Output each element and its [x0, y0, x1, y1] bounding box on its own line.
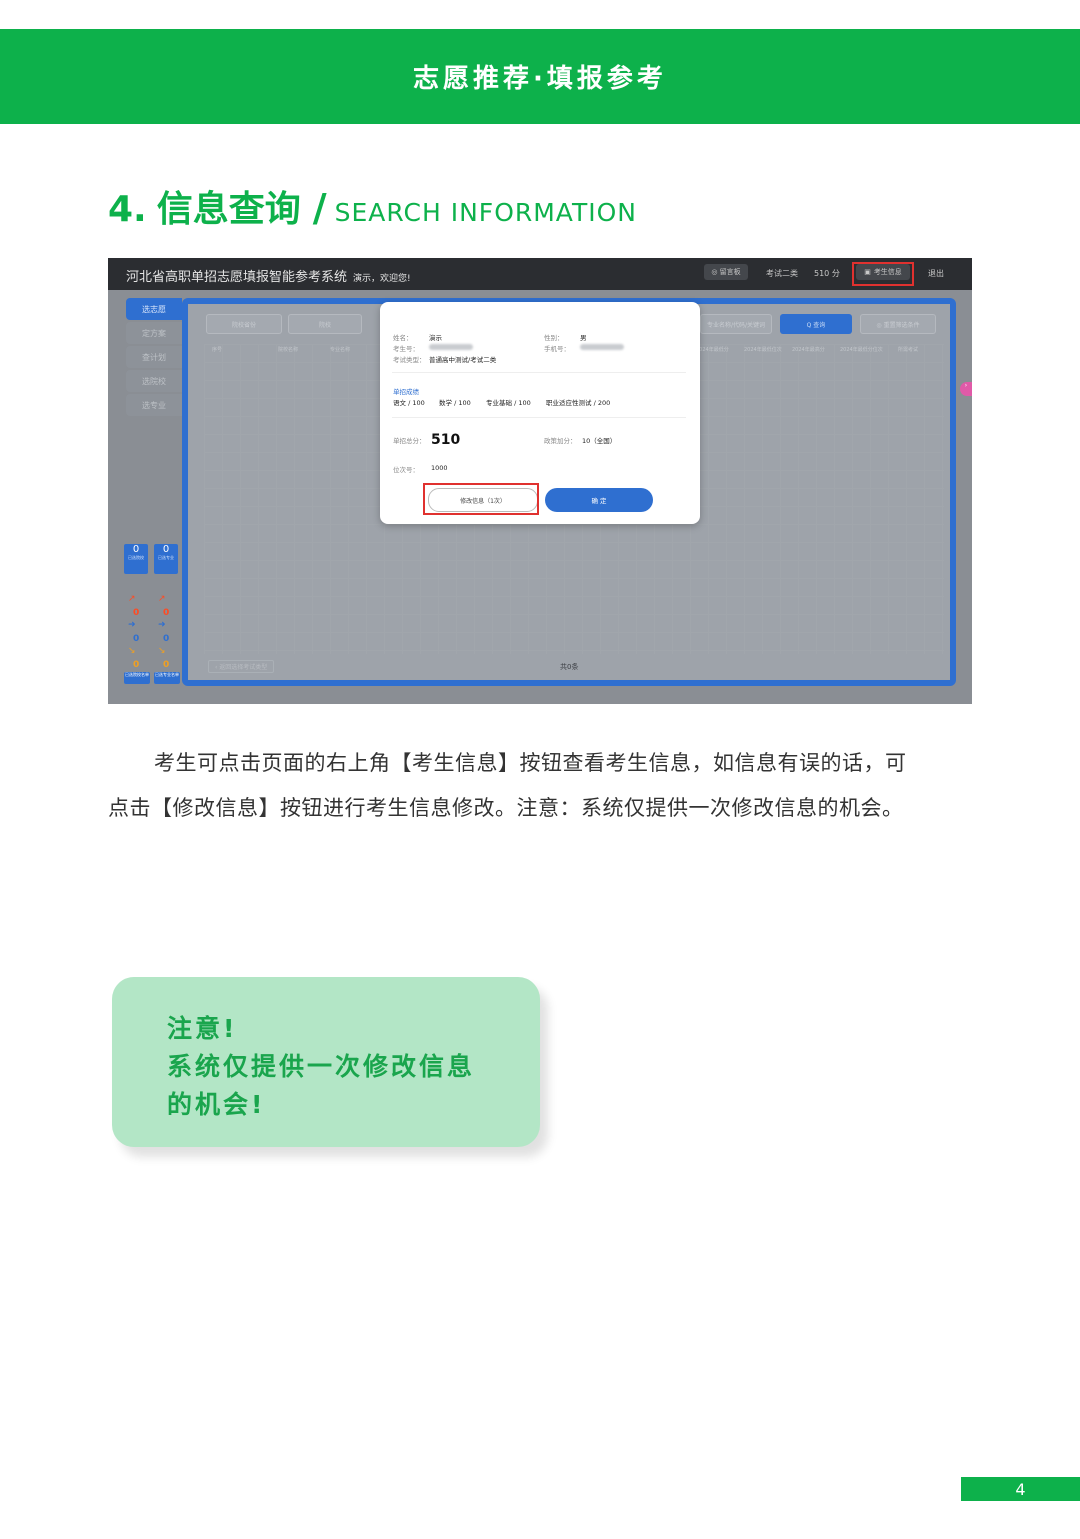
col-major: 专业名称	[330, 347, 351, 353]
reset-button[interactable]: ◎ 重置筛选条件	[860, 314, 936, 334]
safe-count: 0	[163, 660, 170, 670]
gender-value: 男	[580, 334, 587, 342]
section-title-cn: 信息查询	[156, 189, 301, 230]
scores-title: 单招成绩	[393, 388, 419, 396]
exam-no-blurred	[429, 344, 473, 350]
result-count: 共0条	[560, 663, 579, 671]
system-app-title: 河北省高职单招志愿填报智能参考系统 演示，欢迎您!	[126, 266, 411, 285]
exam-type-label: 考试类型：	[393, 356, 426, 364]
gender-label: 性别：	[544, 334, 564, 342]
sidebar-tab-school[interactable]: 选院校	[126, 370, 182, 392]
highlight-modify-button	[423, 483, 539, 515]
search-button[interactable]: Q 查询	[780, 314, 852, 334]
sidebar-tab-plan[interactable]: 定方案	[126, 322, 182, 344]
student-info-modal: 姓名： 演示 性别： 男 考生号： 手机号： 考试类型： 普通高中测试/考试二类…	[380, 302, 700, 524]
exam-type-value: 普通高中测试/考试二类	[429, 356, 497, 364]
notice-line-1: 注意!	[167, 1014, 238, 1043]
col-max-score: 2024年最高分	[792, 347, 825, 353]
system-sidebar: 选志愿 定方案 查计划 选院校 选专业	[126, 298, 182, 418]
steady-count: 0	[133, 634, 140, 644]
steady-arrow-icon: ➜	[158, 620, 166, 630]
score-aptitude: 职业适应性测试 / 200	[546, 399, 611, 407]
filter-major[interactable]: 专业名称/代码/关键词	[700, 314, 772, 334]
rush-count: 0	[163, 608, 170, 618]
safe-count: 0	[133, 660, 140, 670]
app-title-text: 河北省高职单招志愿填报智能参考系统	[126, 270, 348, 285]
col-min-score-rank: 2024年最低分位次	[840, 347, 883, 353]
filter-school[interactable]: 院校	[288, 314, 362, 334]
stat-label: 已选专业	[158, 555, 174, 560]
exam-no-label: 考生号：	[393, 345, 419, 353]
section-slash: /	[312, 186, 327, 230]
exam-type-label: 考试二类	[766, 269, 798, 278]
highlight-student-info	[852, 262, 914, 286]
steady-count: 0	[163, 634, 170, 644]
section-title: 4. 信息查询 / SEARCH INFORMATION	[108, 180, 637, 230]
sidebar-tab-choose[interactable]: 选志愿	[126, 298, 182, 320]
col-min-rank: 2024年最低位次	[744, 347, 782, 353]
paragraph-line-1: 考生可点击页面的右上角【考生信息】按钮查看考生信息，如信息有误的话，可	[154, 751, 907, 775]
col-exam: 所需考试	[898, 347, 919, 353]
header-banner: 志愿推荐·填报参考	[0, 29, 1080, 124]
side-handle[interactable]: ›	[960, 382, 972, 396]
steady-arrow-icon: ➜	[128, 620, 136, 630]
phone-blurred	[580, 344, 624, 350]
filter-province[interactable]: 院校省份	[206, 314, 282, 334]
rank-value: 1000	[431, 464, 448, 472]
score-label: 510 分	[814, 269, 840, 278]
safe-arrow-icon: ↘	[158, 646, 166, 656]
welcome-text: 演示，欢迎您!	[353, 274, 411, 284]
col-min-score: 2024年最低分	[696, 347, 729, 353]
page-number: 4	[961, 1477, 1080, 1501]
sidebar-tab-major[interactable]: 选专业	[126, 394, 182, 416]
safe-arrow-icon: ↘	[128, 646, 136, 656]
col-index: 序号	[212, 347, 223, 353]
system-screenshot: 河北省高职单招志愿填报智能参考系统 演示，欢迎您! ◎ 留言板 考试二类 510 …	[108, 258, 972, 704]
total-label: 单招总分：	[393, 437, 426, 445]
bonus-value: 10（全国）	[582, 437, 617, 445]
score-chinese: 语文 / 100	[393, 399, 425, 407]
system-topbar: 河北省高职单招志愿填报智能参考系统 演示，欢迎您! ◎ 留言板 考试二类 510 …	[108, 258, 972, 290]
col-school: 院校名称	[278, 347, 299, 353]
rank-label: 位次号：	[393, 466, 419, 474]
score-math: 数学 / 100	[439, 399, 471, 407]
stat-selected-majors: 0 已选专业	[154, 544, 178, 574]
rush-arrow-icon: ↗	[128, 594, 136, 604]
modal-divider	[392, 417, 686, 418]
notice-line-3: 的机会!	[167, 1090, 266, 1119]
notice-board-button[interactable]: ◎ 留言板	[704, 264, 748, 280]
back-button[interactable]: ‹ 返回选择考试类型	[208, 660, 275, 673]
stat-label: 已选院校	[128, 555, 144, 560]
stat-value: 0	[132, 544, 140, 555]
total-value: 510	[431, 432, 461, 448]
section-title-en: SEARCH INFORMATION	[334, 198, 637, 227]
name-label: 姓名：	[393, 334, 413, 342]
confirm-button[interactable]: 确 定	[545, 488, 653, 512]
section-number: 4.	[108, 189, 147, 230]
notice-box: 注意! 系统仅提供一次修改信息 的机会!	[112, 977, 540, 1147]
bonus-label: 政策加分：	[544, 437, 577, 445]
notice-line-2: 系统仅提供一次修改信息	[167, 1052, 476, 1081]
rush-count: 0	[133, 608, 140, 618]
stat-value: 0	[162, 544, 170, 555]
score-basics: 专业基础 / 100	[486, 399, 531, 407]
name-value: 演示	[429, 334, 442, 342]
logout-link[interactable]: 退出	[922, 266, 950, 281]
phone-label: 手机号：	[544, 345, 570, 353]
rush-arrow-icon: ↗	[158, 594, 166, 604]
stat-selected-schools: 0 已选院校	[124, 544, 148, 574]
instruction-paragraph: 考生可点击页面的右上角【考生信息】按钮查看考生信息，如信息有误的话，可 点击【修…	[108, 741, 974, 831]
selected-schools-list-button[interactable]: 已选院校名单	[124, 672, 150, 684]
modal-divider	[392, 372, 686, 373]
selected-majors-list-button[interactable]: 已选专业名单	[154, 672, 180, 684]
banner-title: 志愿推荐·填报参考	[413, 64, 667, 94]
paragraph-line-2: 点击【修改信息】按钮进行考生信息修改。注意：系统仅提供一次修改信息的机会。	[108, 796, 904, 820]
sidebar-tab-check[interactable]: 查计划	[126, 346, 182, 368]
